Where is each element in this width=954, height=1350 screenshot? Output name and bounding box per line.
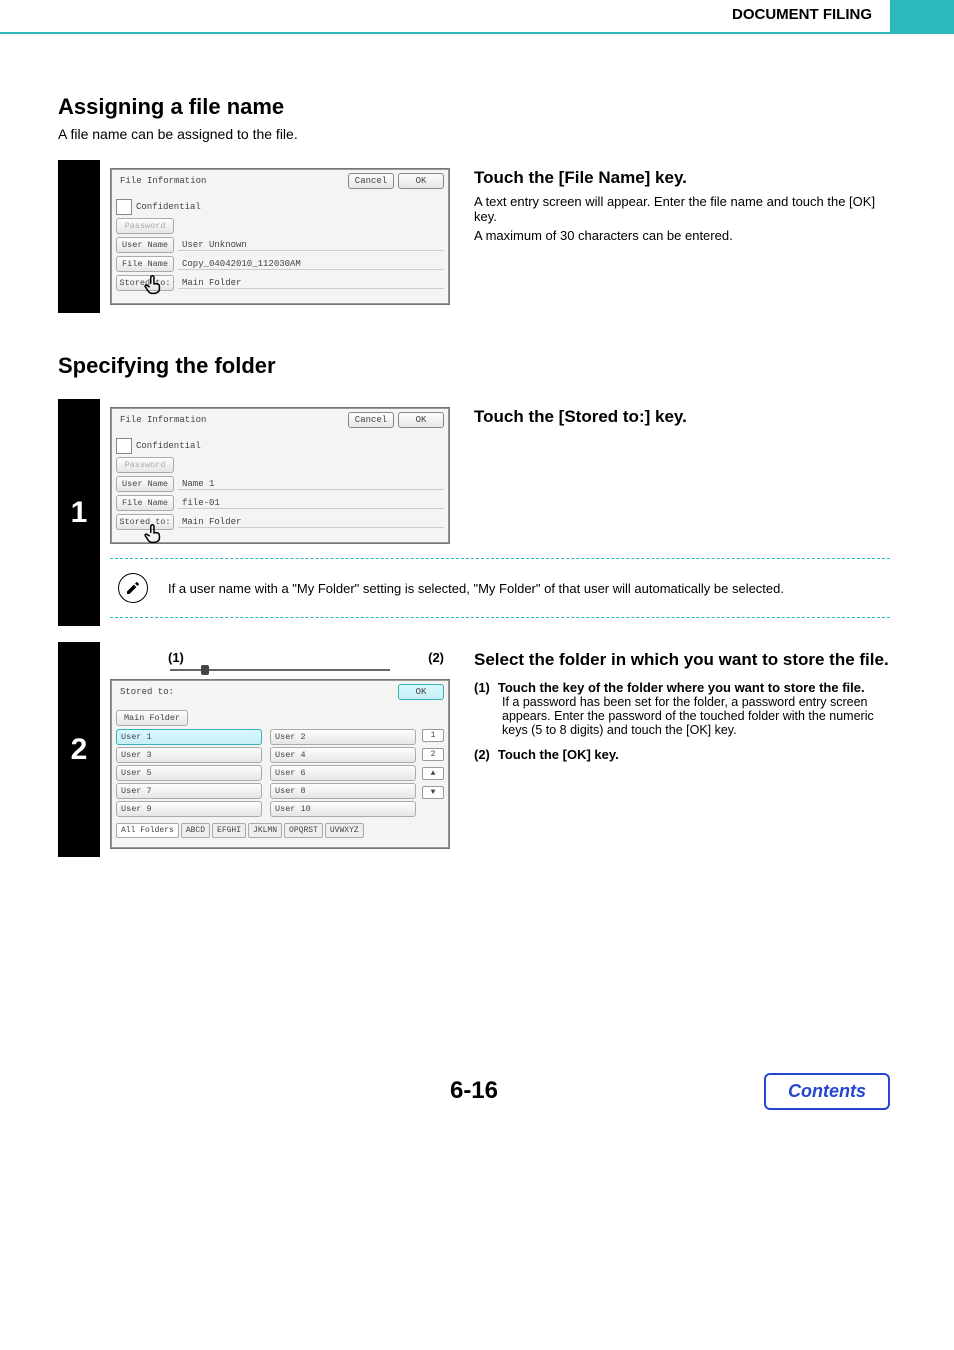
panel-title: Stored to:	[116, 687, 178, 697]
folder-user-1[interactable]: User 1	[116, 729, 262, 745]
substep-2-num: (2)	[474, 747, 490, 762]
step-heading: Touch the [Stored to:] key.	[474, 407, 890, 427]
password-button[interactable]: Password	[116, 457, 174, 473]
main-folder-button[interactable]: Main Folder	[116, 710, 188, 726]
note-icon	[118, 573, 148, 603]
substep-2-title: Touch the [OK] key.	[498, 747, 619, 762]
tab-jklmn[interactable]: JKLMN	[248, 823, 282, 838]
panel-title: File Information	[116, 176, 210, 186]
scroll-down-button[interactable]: ▼	[422, 786, 444, 799]
substep-1: (1) Touch the key of the folder where yo…	[474, 680, 890, 737]
user-name-value: User Unknown	[178, 240, 444, 251]
folder-user-4[interactable]: User 4	[270, 747, 416, 763]
confidential-checkbox[interactable]	[116, 438, 132, 454]
touch-hand-icon	[141, 521, 167, 547]
tab-efghi[interactable]: EFGHI	[212, 823, 246, 838]
top-bar: DOCUMENT FILING	[0, 0, 954, 34]
step-2: 2 (1) (2) Stored to: OK Main Folder	[58, 642, 890, 857]
step-filename: File Information Cancel OK Confidential …	[58, 160, 890, 313]
file-name-value: Copy_04042010_112030AM	[178, 259, 444, 270]
scroll-up-button[interactable]: ▲	[422, 767, 444, 780]
tab-abcd[interactable]: ABCD	[181, 823, 210, 838]
tab-opqrst[interactable]: OPQRST	[284, 823, 323, 838]
page-number: 6-16	[450, 1077, 498, 1104]
file-name-button[interactable]: File Name	[116, 256, 174, 272]
page-indicator-top: 1	[422, 729, 444, 742]
ok-button[interactable]: OK	[398, 173, 444, 189]
confidential-label: Confidential	[136, 441, 201, 451]
substep-1-title: Touch the key of the folder where you wa…	[498, 680, 865, 695]
touch-hand-icon	[141, 272, 167, 298]
user-name-button[interactable]: User Name	[116, 237, 174, 253]
file-name-value: file-01	[178, 498, 444, 509]
step-number-blank	[58, 160, 100, 313]
panel-file-information-a: File Information Cancel OK Confidential …	[110, 168, 450, 305]
file-name-button[interactable]: File Name	[116, 495, 174, 511]
note-row: If a user name with a "My Folder" settin…	[110, 558, 890, 618]
folder-user-9[interactable]: User 9	[116, 801, 262, 817]
heading-specifying-folder: Specifying the folder	[58, 353, 890, 379]
confidential-checkbox[interactable]	[116, 199, 132, 215]
panel-stored-to: Stored to: OK Main Folder User 1 User 2 …	[110, 679, 450, 849]
user-name-value: Name 1	[178, 479, 444, 490]
page-indicator-bot: 2	[422, 748, 444, 761]
step-text-2: A maximum of 30 characters can be entere…	[474, 228, 890, 243]
lead-assigning-file-name: A file name can be assigned to the file.	[58, 126, 890, 142]
callout-slider	[170, 669, 390, 671]
cancel-button[interactable]: Cancel	[348, 412, 394, 428]
step-number-2: 2	[58, 642, 100, 857]
folder-user-6[interactable]: User 6	[270, 765, 416, 781]
step-heading: Touch the [File Name] key.	[474, 168, 890, 188]
contents-button[interactable]: Contents	[764, 1073, 890, 1110]
step-number-1: 1	[58, 399, 100, 626]
panel-title: File Information	[116, 415, 210, 425]
heading-assigning-file-name: Assigning a file name	[58, 94, 890, 120]
substep-1-body: If a password has been set for the folde…	[502, 695, 890, 737]
callout-1: (1)	[168, 650, 184, 665]
step-heading: Select the folder in which you want to s…	[474, 650, 890, 670]
password-button[interactable]: Password	[116, 218, 174, 234]
callout-2: (2)	[428, 650, 444, 665]
substep-1-num: (1)	[474, 680, 490, 695]
substep-2: (2) Touch the [OK] key.	[474, 747, 890, 762]
section-accent-tab	[890, 0, 954, 34]
footer: 6-16 Contents	[58, 1077, 890, 1105]
folder-user-10[interactable]: User 10	[270, 801, 416, 817]
note-text: If a user name with a "My Folder" settin…	[168, 581, 784, 596]
folder-user-2[interactable]: User 2	[270, 729, 416, 745]
step-text-1: A text entry screen will appear. Enter t…	[474, 194, 890, 224]
folder-user-8[interactable]: User 8	[270, 783, 416, 799]
tab-uvwxyz[interactable]: UVWXYZ	[325, 823, 364, 838]
tab-all-folders[interactable]: All Folders	[116, 823, 179, 838]
stored-to-value: Main Folder	[178, 517, 444, 528]
cancel-button[interactable]: Cancel	[348, 173, 394, 189]
folder-user-5[interactable]: User 5	[116, 765, 262, 781]
folder-user-7[interactable]: User 7	[116, 783, 262, 799]
step-1: 1 File Information Cancel OK	[58, 399, 890, 626]
panel-file-information-b: File Information Cancel OK Confidential …	[110, 407, 450, 544]
stored-to-value: Main Folder	[178, 278, 444, 289]
ok-button[interactable]: OK	[398, 412, 444, 428]
ok-button[interactable]: OK	[398, 684, 444, 700]
section-header: DOCUMENT FILING	[0, 0, 890, 23]
confidential-label: Confidential	[136, 202, 201, 212]
user-name-button[interactable]: User Name	[116, 476, 174, 492]
folder-user-3[interactable]: User 3	[116, 747, 262, 763]
